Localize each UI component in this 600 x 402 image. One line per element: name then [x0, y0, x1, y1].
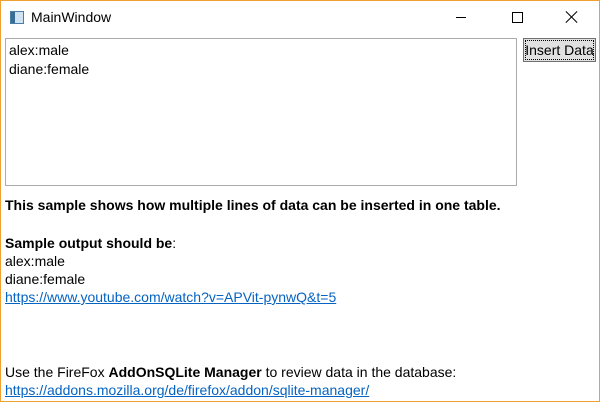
insert-data-button[interactable]: Insert Data [523, 38, 596, 62]
minimize-icon [456, 16, 466, 18]
addon-link[interactable]: https://addons.mozilla.org/de/firefox/ad… [5, 381, 369, 399]
footer-prefix: Use the FireFox [5, 364, 109, 380]
close-button[interactable] [549, 1, 595, 33]
main-window: MainWindow alex:male diane:female Insert… [0, 0, 600, 402]
close-icon [566, 11, 578, 23]
textbox-line: diane:female [9, 61, 90, 77]
tool-name: AddOnSQLite Manager [108, 364, 262, 380]
sample-output-colon: : [172, 235, 177, 251]
title-bar[interactable]: MainWindow [1, 1, 599, 33]
maximize-icon [511, 11, 523, 23]
video-link[interactable]: https://www.youtube.com/watch?v=APVit-py… [5, 288, 336, 306]
app-window-icon [10, 11, 24, 24]
data-textbox[interactable]: alex:male diane:female [5, 38, 517, 186]
sample-line: alex:male [5, 253, 65, 269]
footer-suffix: to review data in the database: [261, 364, 457, 380]
sample-line: diane:female [5, 271, 86, 287]
minimize-button[interactable] [438, 1, 484, 33]
sample-output-label: Sample output should be: [5, 234, 176, 252]
maximize-button[interactable] [494, 1, 540, 33]
window-title: MainWindow [31, 9, 112, 25]
sample-output-label-text: Sample output should be [5, 235, 173, 251]
footer-text: Use the FireFox AddOnSQLite Manager to r… [5, 363, 456, 381]
textbox-line: alex:male [9, 42, 69, 58]
description-heading: This sample shows how multiple lines of … [5, 197, 501, 213]
